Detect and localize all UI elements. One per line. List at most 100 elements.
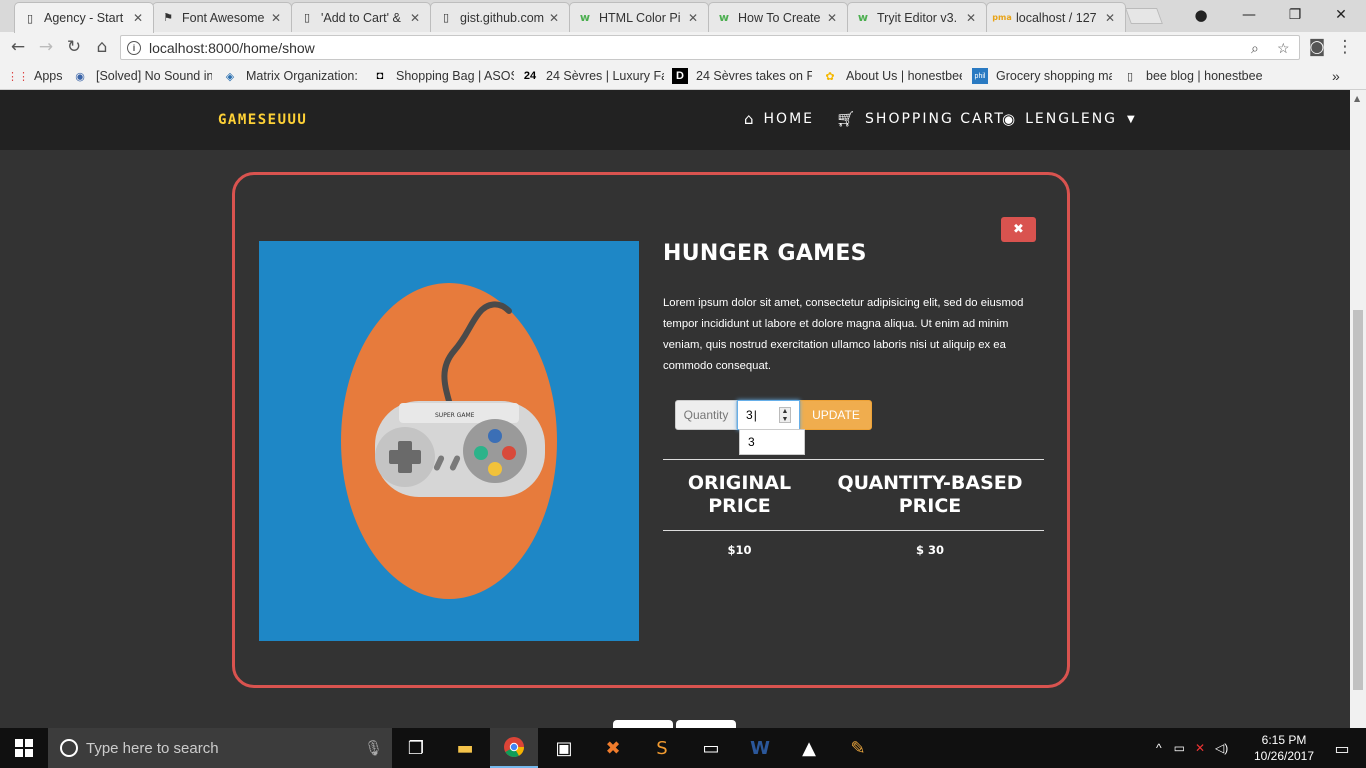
- quantity-stepper[interactable]: ▲ ▼: [779, 407, 791, 423]
- network-icon[interactable]: ✕: [1195, 741, 1205, 755]
- restore-icon[interactable]: ❐: [1272, 0, 1318, 30]
- extension-icon[interactable]: ◙: [1306, 36, 1328, 58]
- product-modal: ✖ SUPER GAME HUNGER GAMES Lorem ipsum do…: [232, 172, 1070, 688]
- close-button[interactable]: ✖: [1001, 217, 1036, 242]
- new-tab-button[interactable]: [1125, 8, 1163, 24]
- sublime-icon[interactable]: S: [638, 728, 686, 768]
- tab-localhost-pma[interactable]: pma localhost / 127 ✕: [986, 2, 1126, 32]
- close-icon[interactable]: ✕: [964, 11, 978, 25]
- pma-icon: pma: [992, 13, 1012, 22]
- close-window-icon[interactable]: ✕: [1318, 0, 1364, 30]
- product-title: HUNGER GAMES: [663, 241, 867, 266]
- controller-brand-text: SUPER GAME: [435, 412, 475, 419]
- quantity-price-header: QUANTITY-BASED PRICE: [837, 472, 1023, 517]
- bookmark-grocery[interactable]: phil Grocery shopping ma: [972, 67, 1112, 85]
- close-icon[interactable]: ✕: [686, 11, 700, 25]
- close-icon[interactable]: ✕: [131, 11, 145, 25]
- bookmark-label: Apps: [34, 69, 63, 83]
- quantity-input[interactable]: 3 | ▲ ▼: [737, 400, 800, 430]
- bookmark-label: 24 Sèvres takes on Fa: [696, 69, 812, 83]
- more-bookmarks-icon[interactable]: »: [1332, 67, 1340, 85]
- taskbar-search[interactable]: Type here to search 🎙︎: [48, 728, 392, 768]
- partial-button[interactable]: [613, 720, 673, 728]
- update-button[interactable]: UPDATE: [800, 400, 872, 430]
- tab-html-color[interactable]: w HTML Color Pi ✕: [569, 2, 709, 32]
- file-explorer-icon[interactable]: ▬: [441, 728, 489, 768]
- page-icon: ▯: [303, 11, 311, 24]
- tab-title: Agency - Start: [44, 11, 124, 25]
- profile-icon[interactable]: ●: [1178, 0, 1224, 30]
- forward-icon[interactable]: →: [35, 36, 57, 58]
- info-icon[interactable]: i: [127, 40, 141, 55]
- word-icon[interactable]: W: [736, 728, 784, 768]
- notifications-icon[interactable]: ▭: [1318, 728, 1366, 768]
- windows-logo-icon: [15, 739, 33, 757]
- close-icon[interactable]: ✕: [825, 11, 839, 25]
- bookmark-24-sevres-fa[interactable]: D 24 Sèvres takes on Fa: [672, 67, 812, 85]
- bookmark-honestbee-about[interactable]: ✿ About Us | honestbee: [822, 67, 962, 85]
- bookmark-24-sevres[interactable]: 24 24 Sèvres | Luxury Fas: [522, 67, 664, 85]
- microphone-icon[interactable]: 🎙︎: [364, 739, 383, 757]
- back-icon[interactable]: ←: [7, 36, 29, 58]
- close-icon[interactable]: ✕: [547, 11, 561, 25]
- address-bar[interactable]: i localhost:8000/home/show ⌕ ☆: [120, 35, 1300, 60]
- nav-user-dropdown[interactable]: ◉ LENGLENG ▼: [1002, 110, 1137, 128]
- bookmark-asos[interactable]: ◘ Shopping Bag | ASOS: [372, 67, 514, 85]
- task-view-icon[interactable]: ❐: [392, 728, 440, 768]
- page-scrollbar[interactable]: ▲: [1350, 90, 1366, 728]
- start-button[interactable]: [0, 728, 48, 768]
- partial-button[interactable]: [676, 720, 736, 728]
- paint-icon[interactable]: ✎: [834, 728, 882, 768]
- tab-title: How To Create: [738, 10, 821, 25]
- clock-time: 6:15 PM: [1261, 733, 1307, 747]
- tab-title: gist.github.com: [460, 10, 545, 25]
- tab-how-to[interactable]: w How To Create ✕: [708, 2, 848, 32]
- bookmark-label: Grocery shopping ma: [996, 69, 1112, 83]
- tab-add-to-cart[interactable]: ▯ 'Add to Cart' & ✕: [291, 2, 431, 32]
- windows-taskbar: Type here to search 🎙︎ ❐ ▬ ▣ ✖ S ▭ W ▲ ✎…: [0, 728, 1366, 768]
- zoom-icon[interactable]: ⌕: [1251, 36, 1259, 61]
- bookmark-matrix[interactable]: ◈ Matrix Organization:: [222, 67, 358, 85]
- volume-icon[interactable]: ◁): [1215, 741, 1228, 755]
- store-icon[interactable]: ▣: [540, 728, 588, 768]
- menu-icon[interactable]: ⋮: [1334, 36, 1356, 58]
- scroll-up-icon[interactable]: ▲: [1354, 94, 1360, 103]
- battery-icon[interactable]: ▭: [1174, 741, 1185, 755]
- terminal-icon[interactable]: ▭: [687, 728, 735, 768]
- system-clock[interactable]: 6:15 PM 10/26/2017: [1246, 732, 1322, 764]
- caret-down-icon: ▼: [1127, 113, 1137, 125]
- autocomplete-suggestion[interactable]: 3: [739, 429, 805, 455]
- minimize-icon[interactable]: —: [1226, 0, 1272, 30]
- quantity-form: Quantity 3 | ▲ ▼ UPDATE: [675, 400, 872, 430]
- home-icon[interactable]: ⌂: [91, 36, 113, 58]
- bookmark-bee-blog[interactable]: ▯ bee blog | honestbee: [1122, 67, 1262, 85]
- close-icon[interactable]: ✕: [269, 11, 283, 25]
- bookmark-star-icon[interactable]: ☆: [1277, 36, 1290, 61]
- bookmarks-bar: ⋮⋮ Apps ◉ [Solved] No Sound in ◈ Matrix …: [0, 62, 1366, 90]
- nav-shopping-cart[interactable]: 🛒︎ SHOPPING CART: [836, 110, 1005, 128]
- nav-home[interactable]: ⌂ HOME: [744, 110, 814, 128]
- asos-icon: ◘: [376, 70, 384, 82]
- w3-icon: w: [579, 11, 591, 24]
- scrollbar-thumb[interactable]: [1353, 310, 1363, 690]
- chrome-icon[interactable]: [490, 728, 538, 768]
- bookmark-apps[interactable]: ⋮⋮ Apps: [10, 67, 63, 85]
- photos-icon[interactable]: ▲: [785, 728, 833, 768]
- page-icon: ▯: [1126, 70, 1134, 83]
- close-icon[interactable]: ✕: [408, 11, 422, 25]
- tab-title: HTML Color Pi: [599, 10, 681, 25]
- tab-gist[interactable]: ▯ gist.github.com ✕: [430, 2, 570, 32]
- chevron-up-icon[interactable]: ^: [1156, 741, 1162, 755]
- bookmark-solved[interactable]: ◉ [Solved] No Sound in: [72, 67, 212, 85]
- w3-icon: w: [718, 11, 730, 24]
- tab-tryit[interactable]: w Tryit Editor v3. ✕: [847, 2, 987, 32]
- close-icon[interactable]: ✕: [1103, 11, 1117, 25]
- site-brand[interactable]: GAMESEUUU: [218, 112, 307, 128]
- nav-user-label: LENGLENG: [1025, 111, 1118, 127]
- sevres-icon: 24: [523, 70, 537, 82]
- reload-icon[interactable]: ↻: [63, 36, 85, 58]
- tab-agency[interactable]: ▯ Agency - Start ✕: [14, 2, 154, 33]
- tab-font-awesome[interactable]: ⚑ Font Awesome ✕: [152, 2, 292, 32]
- cortana-icon: [60, 739, 78, 757]
- xampp-icon[interactable]: ✖: [589, 728, 637, 768]
